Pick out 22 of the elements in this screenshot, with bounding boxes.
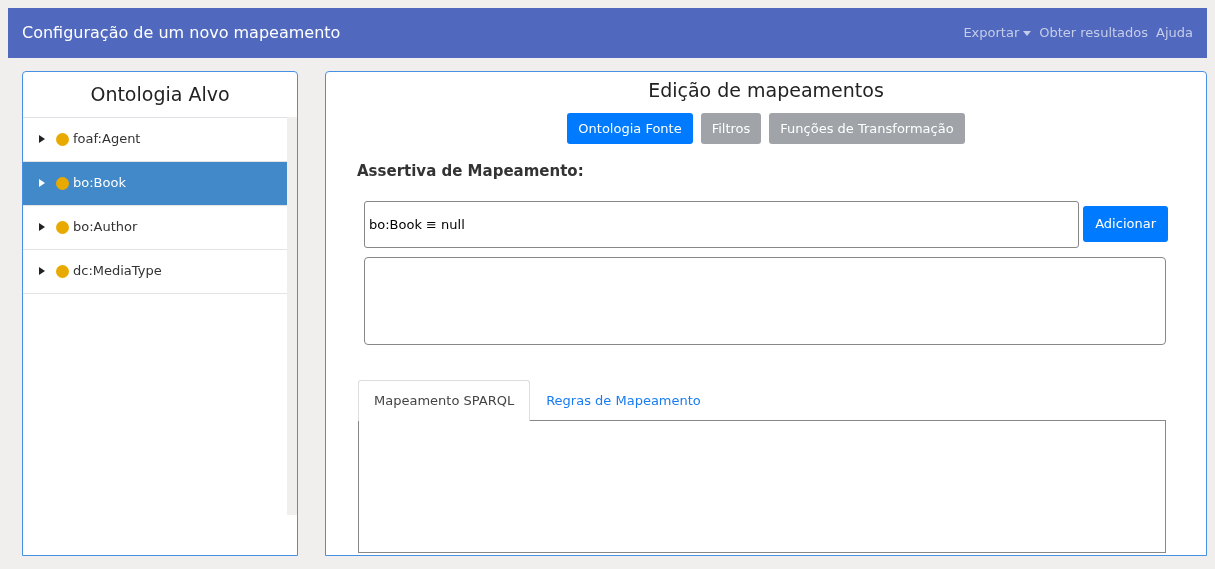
toggle-button[interactable]: Ontologia Fonte xyxy=(567,112,693,144)
tab[interactable]: Mapeamento SPARQL xyxy=(358,379,531,421)
nav-link[interactable]: Ajuda xyxy=(1156,23,1193,43)
caret-icon[interactable] xyxy=(39,267,45,275)
caret-icon xyxy=(1023,31,1032,37)
panel-title: Ontologia Alvo xyxy=(89,82,231,107)
field-label: Assertiva de Mapeamento: xyxy=(357,161,585,182)
toggle-button[interactable]: Filtros xyxy=(700,112,762,144)
toggle-button[interactable]: Funções de Transformação xyxy=(769,112,965,144)
dropdown-menu-link[interactable]: Exportar xyxy=(963,23,1032,43)
app-title: Configuração de um novo mapeamento xyxy=(22,22,341,44)
caret-icon[interactable] xyxy=(39,135,45,143)
tree-item[interactable]: foaf:Agent xyxy=(23,117,287,162)
caret-icon[interactable] xyxy=(39,223,45,231)
add-button[interactable]: Adicionar xyxy=(1083,206,1168,242)
assertion-field[interactable]: bo:Book ≡ null xyxy=(364,200,1080,248)
text-area[interactable] xyxy=(364,256,1166,345)
tree-item[interactable]: bo:Book xyxy=(23,161,287,206)
tab[interactable]: Regras de Mapeamento xyxy=(530,379,717,420)
nav-link[interactable]: Obter resultados xyxy=(1039,23,1149,43)
scrollbar[interactable] xyxy=(287,116,297,515)
panel-title: Edição de mapeamentos xyxy=(647,78,885,103)
